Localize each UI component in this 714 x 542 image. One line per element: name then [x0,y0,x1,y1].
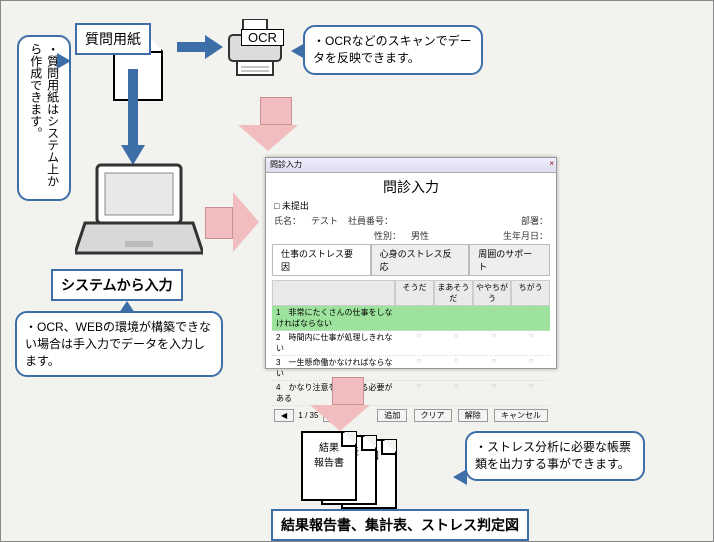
radio-option[interactable]: ○ [400,356,438,380]
paper-note-text: ・質問用紙はシステム上から作成できます。 [29,43,60,187]
birth-label: 生年月日： [503,229,548,242]
radio-option[interactable]: ○ [513,381,551,405]
gender-label: 性別： [374,229,401,242]
remove-button-label: 解除 [465,411,481,420]
radio-option[interactable]: ○ [438,381,476,405]
result-output-label: 結果報告書、集計表、ストレス判定図 [281,517,519,533]
question-row[interactable]: 2 時間内に仕事が処理しきれない○○○○ [272,331,550,356]
radio-option[interactable]: ○ [513,356,551,380]
question-text: 1 非常にたくさんの仕事をしなければならない [272,306,400,330]
tab-stress-reaction[interactable]: 心身のストレス反応 [371,244,470,275]
radio-option[interactable]: ○ [438,331,476,355]
manual-note-text: ・OCR、WEBの環境が構築できない場合は手入力でデータを入力します。 [25,320,211,368]
pink-arrow-form-to-docs-icon [325,377,370,431]
win-app-name: 問診入力 [270,159,302,170]
scale-2: ややちがう [473,280,512,306]
diagram-canvas: 質問用紙 ・質問用紙はシステム上から作成できます。 OCR ・OCRなどのスキャ… [0,0,714,542]
clear-button-label: クリア [421,411,445,420]
report-note-tail [453,469,467,485]
arrow-to-ocr-icon [177,35,223,59]
scale-0: そうだ [395,280,434,306]
tab-1-label: 心身のストレス反応 [380,249,452,272]
radio-option[interactable]: ○ [475,381,513,405]
questionnaire-label: 質問用紙 [85,31,141,47]
radio-option[interactable]: ○ [400,381,438,405]
radio-option[interactable]: ○ [438,356,476,380]
cancel-button-label: キャンセル [501,411,541,420]
manual-note-tail [119,301,135,313]
clear-button[interactable]: クリア [414,409,452,422]
unsubmitted-checkbox[interactable]: □ 未提出 [266,199,556,214]
laptop-icon [75,161,203,264]
tab-support[interactable]: 周囲のサポート [469,244,550,275]
question-row[interactable]: 3 一生懸命働かなければならない○○○○ [272,356,550,381]
add-button[interactable]: 追加 [377,409,407,422]
pager-prev[interactable]: ◀ [274,409,294,422]
radio-option[interactable]: ○ [475,356,513,380]
system-input-label: システムから入力 [61,277,173,293]
remove-button[interactable]: 解除 [458,409,488,422]
gender-value: 男性 [411,229,429,242]
ocr-note-tail [291,43,305,59]
name-label: 氏名： [274,214,301,227]
question-row[interactable]: 1 非常にたくさんの仕事をしなければならない○○○○ [272,306,550,331]
radio-option[interactable]: ○ [513,306,551,330]
radio-option[interactable]: ○ [513,331,551,355]
window-titlebar: 問診入力 × [266,158,556,173]
tab-2-label: 周囲のサポート [478,249,532,272]
ocr-note-callout: ・OCRなどのスキャンでデータを反映できます。 [303,25,483,75]
report-note-text: ・ストレス分析に必要な帳票類を出力する事ができます。 [475,440,631,471]
question-text: 2 時間内に仕事が処理しきれない [272,331,400,355]
add-button-label: 追加 [384,411,400,420]
tab-bar: 仕事のストレス要因 心身のストレス反応 周囲のサポート [272,244,550,276]
dept-label: 部署： [521,214,548,227]
report-note-callout: ・ストレス分析に必要な帳票類を出力する事ができます。 [465,431,645,481]
questionnaire-label-box: 質問用紙 [75,23,151,55]
radio-option[interactable]: ○ [400,331,438,355]
doc-report: 結果 報告書 [301,431,357,501]
pink-arrow-laptop-to-form-icon [205,207,259,252]
paper-note-tail [57,53,71,69]
pink-arrow-ocr-to-form-icon [253,97,298,151]
radio-option[interactable]: ○ [475,331,513,355]
question-row[interactable]: 4 かなり注意を集中する必要がある○○○○ [272,381,550,406]
radio-option[interactable]: ○ [438,306,476,330]
meta-row-2: 性別： 男性 生年月日： [266,229,556,244]
tab-0-label: 仕事のストレス要因 [281,249,353,272]
doc1-label: 結果 報告書 [314,443,344,469]
form-title: 問診入力 [266,173,556,199]
document-stack-icon: 定図 計表 結果 報告書 [297,431,407,513]
cancel-button[interactable]: キャンセル [494,409,548,422]
question-list: 1 非常にたくさんの仕事をしなければならない○○○○2 時間内に仕事が処理しきれ… [266,306,556,406]
scale-1: まあそうだ [434,280,473,306]
scale-header: そうだ まあそうだ ややちがう ちがう [272,280,550,306]
name-value: テスト [311,214,338,227]
arrow-to-laptop-icon [121,69,145,165]
ocr-label: OCR [241,29,284,46]
unsubmitted-label: □ 未提出 [274,201,309,211]
ocr-note-text: ・OCRなどのスキャンでデータを反映できます。 [313,34,472,65]
result-output-label-box: 結果報告書、集計表、ストレス判定図 [271,509,529,541]
meta-row-1: 氏名： テスト 社員番号： 部署： [266,214,556,229]
radio-option[interactable]: ○ [475,306,513,330]
system-input-label-box: システムから入力 [51,269,183,301]
ocr-label-text: OCR [248,30,277,45]
close-icon[interactable]: × [549,159,554,168]
scale-3: ちがう [511,280,550,306]
emp-label: 社員番号： [348,214,393,227]
manual-note-callout: ・OCR、WEBの環境が構築できない場合は手入力でデータを入力します。 [15,311,223,377]
tab-stress-factor[interactable]: 仕事のストレス要因 [272,244,371,275]
radio-option[interactable]: ○ [400,306,438,330]
app-window: 問診入力 × 問診入力 □ 未提出 氏名： テスト 社員番号： 部署： 性別： … [265,157,557,369]
